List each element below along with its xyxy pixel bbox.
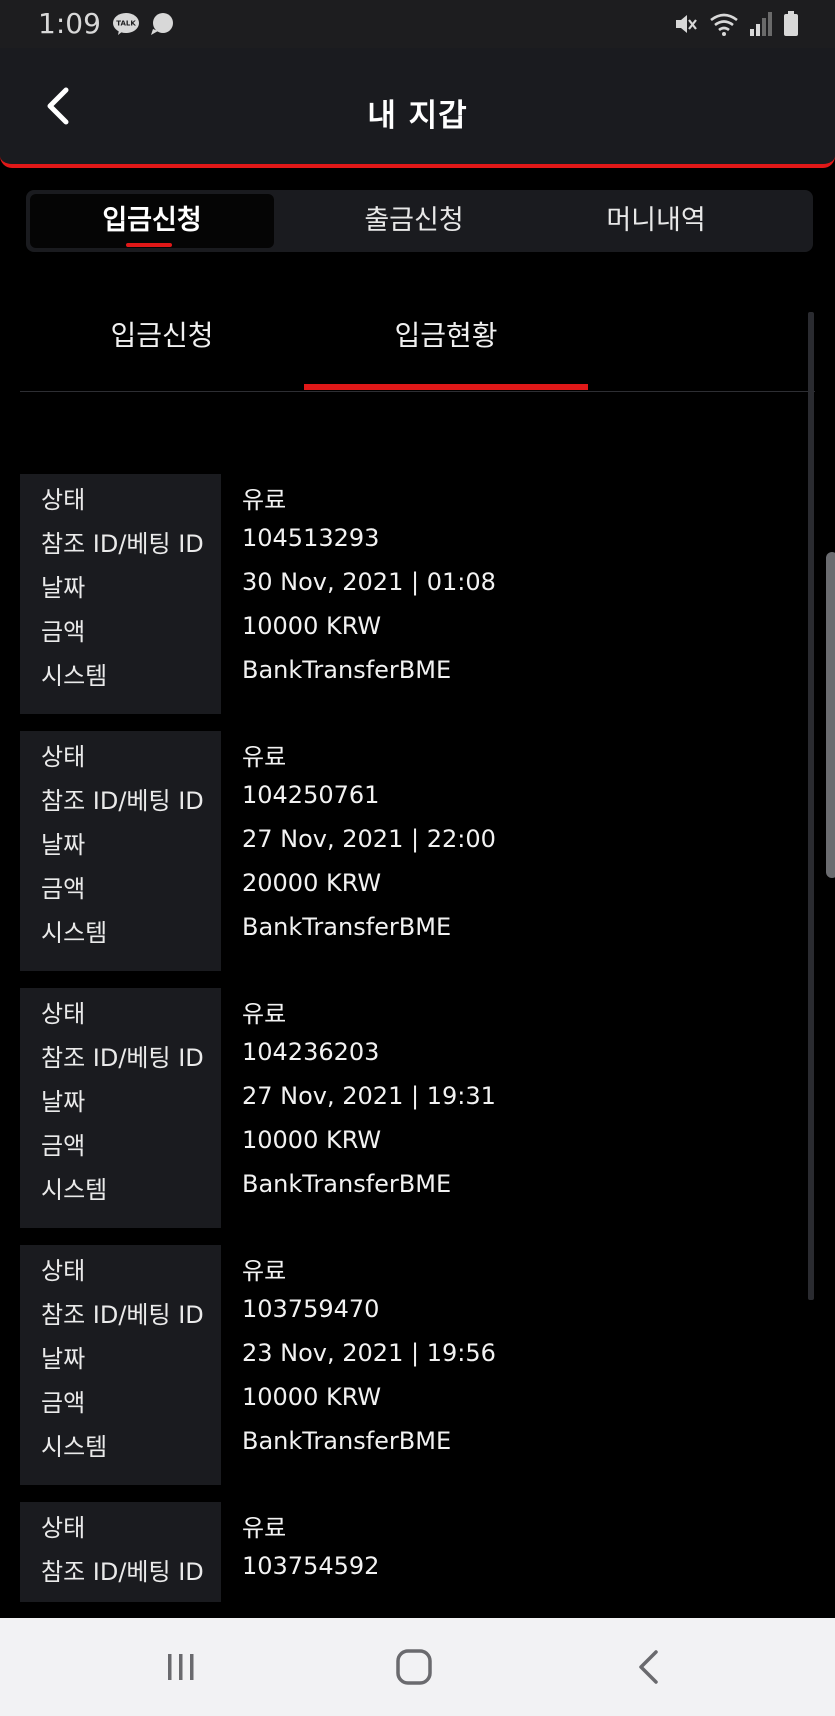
tab-deposit-request[interactable]: 입금신청 bbox=[30, 194, 274, 248]
tab-money-history[interactable]: 머니내역 bbox=[534, 194, 778, 248]
system-navigation-bar bbox=[0, 1618, 835, 1716]
active-subtab-indicator bbox=[304, 384, 588, 390]
recent-apps-icon[interactable] bbox=[156, 1644, 206, 1690]
status-value: 유료 bbox=[242, 1000, 287, 1028]
subtab-deposit-request[interactable]: 입금신청 bbox=[20, 314, 304, 364]
status-label: 상태 bbox=[41, 1514, 86, 1542]
date-value: 23 Nov, 2021 | 19:56 bbox=[242, 1339, 496, 1367]
status-value: 유료 bbox=[242, 1514, 287, 1542]
system-value: BankTransferBME bbox=[242, 1427, 452, 1455]
subtab-deposit-status[interactable]: 입금현황 bbox=[304, 314, 588, 364]
status-label: 상태 bbox=[41, 1257, 86, 1285]
ref-id-label: 참조 ID/베팅 ID bbox=[41, 1044, 204, 1072]
ref-id-value: 104250761 bbox=[242, 781, 380, 809]
amount-label: 금액 bbox=[41, 875, 86, 903]
scrollbar[interactable] bbox=[808, 312, 814, 1300]
system-label: 시스템 bbox=[41, 1176, 108, 1204]
status-bar: 1:09 TALK bbox=[0, 0, 835, 48]
signal-icon bbox=[750, 12, 772, 36]
app-header: 내 지갑 bbox=[0, 48, 835, 168]
ref-id-label: 참조 ID/베팅 ID bbox=[41, 530, 204, 558]
date-value: 30 Nov, 2021 | 01:08 bbox=[242, 568, 496, 596]
system-label: 시스템 bbox=[41, 1433, 108, 1461]
tab-withdraw-request[interactable]: 출금신청 bbox=[292, 194, 536, 248]
deposit-record: 상태 유료 참조 ID/베팅 ID 104513293 날짜 30 Nov, 2021… bbox=[20, 474, 800, 714]
subtab-label: 입금현황 bbox=[394, 319, 498, 352]
amount-value: 10000 KRW bbox=[242, 1126, 382, 1154]
date-label: 날짜 bbox=[41, 831, 86, 859]
tab-label: 출금신청 bbox=[364, 205, 464, 236]
edge-panel-handle[interactable] bbox=[826, 552, 835, 878]
status-label: 상태 bbox=[41, 1000, 86, 1028]
kakaotalk-icon: TALK bbox=[113, 13, 139, 35]
date-value: 27 Nov, 2021 | 19:31 bbox=[242, 1082, 496, 1110]
talk-icon-label: TALK bbox=[116, 20, 136, 28]
amount-label: 금액 bbox=[41, 618, 86, 646]
deposit-record: 상태 유료 참조 ID/베팅 ID 104250761 날짜 27 Nov, 2021… bbox=[20, 731, 800, 971]
date-label: 날짜 bbox=[41, 574, 86, 602]
status-icons bbox=[673, 10, 799, 38]
ref-id-value: 103759470 bbox=[242, 1295, 380, 1323]
date-label: 날짜 bbox=[41, 1088, 86, 1116]
ref-id-label: 참조 ID/베팅 ID bbox=[41, 787, 204, 815]
amount-value: 10000 KRW bbox=[242, 1383, 382, 1411]
amount-value: 20000 KRW bbox=[242, 869, 382, 897]
tab-label: 입금신청 bbox=[102, 205, 202, 236]
status-value: 유료 bbox=[242, 1257, 287, 1285]
deposit-record: 상태 유료 참조 ID/베팅 ID 104236203 날짜 27 Nov, 2021… bbox=[20, 988, 800, 1228]
amount-label: 금액 bbox=[41, 1132, 86, 1160]
tab-label: 머니내역 bbox=[606, 205, 706, 236]
ref-id-value: 103754592 bbox=[242, 1552, 380, 1580]
system-value: BankTransferBME bbox=[242, 1170, 452, 1198]
system-label: 시스템 bbox=[41, 662, 108, 690]
ref-id-value: 104236203 bbox=[242, 1038, 380, 1066]
amount-label: 금액 bbox=[41, 1389, 86, 1417]
status-label: 상태 bbox=[41, 743, 86, 771]
status-label: 상태 bbox=[41, 486, 86, 514]
deposit-record-list: 상태 유료 참조 ID/베팅 ID 104513293 날짜 30 Nov, 2021… bbox=[20, 474, 800, 1619]
deposit-subtabs: 입금신청 입금현황 bbox=[20, 300, 815, 392]
back-icon[interactable] bbox=[625, 1644, 675, 1690]
date-label: 날짜 bbox=[41, 1345, 86, 1373]
system-value: BankTransferBME bbox=[242, 656, 452, 684]
system-value: BankTransferBME bbox=[242, 913, 452, 941]
mute-icon bbox=[676, 15, 697, 33]
status-value: 유료 bbox=[242, 743, 287, 771]
status-time: 1:09 bbox=[38, 7, 101, 40]
home-icon[interactable] bbox=[389, 1644, 439, 1690]
amount-value: 10000 KRW bbox=[242, 612, 382, 640]
battery-icon bbox=[784, 11, 798, 36]
system-label: 시스템 bbox=[41, 919, 108, 947]
ref-id-value: 104513293 bbox=[242, 524, 380, 552]
ref-id-label: 참조 ID/베팅 ID bbox=[41, 1301, 204, 1329]
deposit-record: 상태 유료 참조 ID/베팅 ID 103754592 bbox=[20, 1502, 800, 1602]
date-value: 27 Nov, 2021 | 22:00 bbox=[242, 825, 496, 853]
page-title: 내 지갑 bbox=[367, 98, 468, 134]
wifi-icon bbox=[710, 13, 738, 36]
active-tab-indicator bbox=[126, 243, 172, 247]
wallet-tabs: 입금신청 출금신청 머니내역 bbox=[26, 190, 813, 252]
ref-id-label: 참조 ID/베팅 ID bbox=[41, 1558, 204, 1586]
chat-bubble-icon bbox=[151, 13, 173, 35]
deposit-record: 상태 유료 참조 ID/베팅 ID 103759470 날짜 23 Nov, 2021… bbox=[20, 1245, 800, 1485]
subtab-label: 입금신청 bbox=[110, 319, 214, 352]
status-value: 유료 bbox=[242, 486, 287, 514]
